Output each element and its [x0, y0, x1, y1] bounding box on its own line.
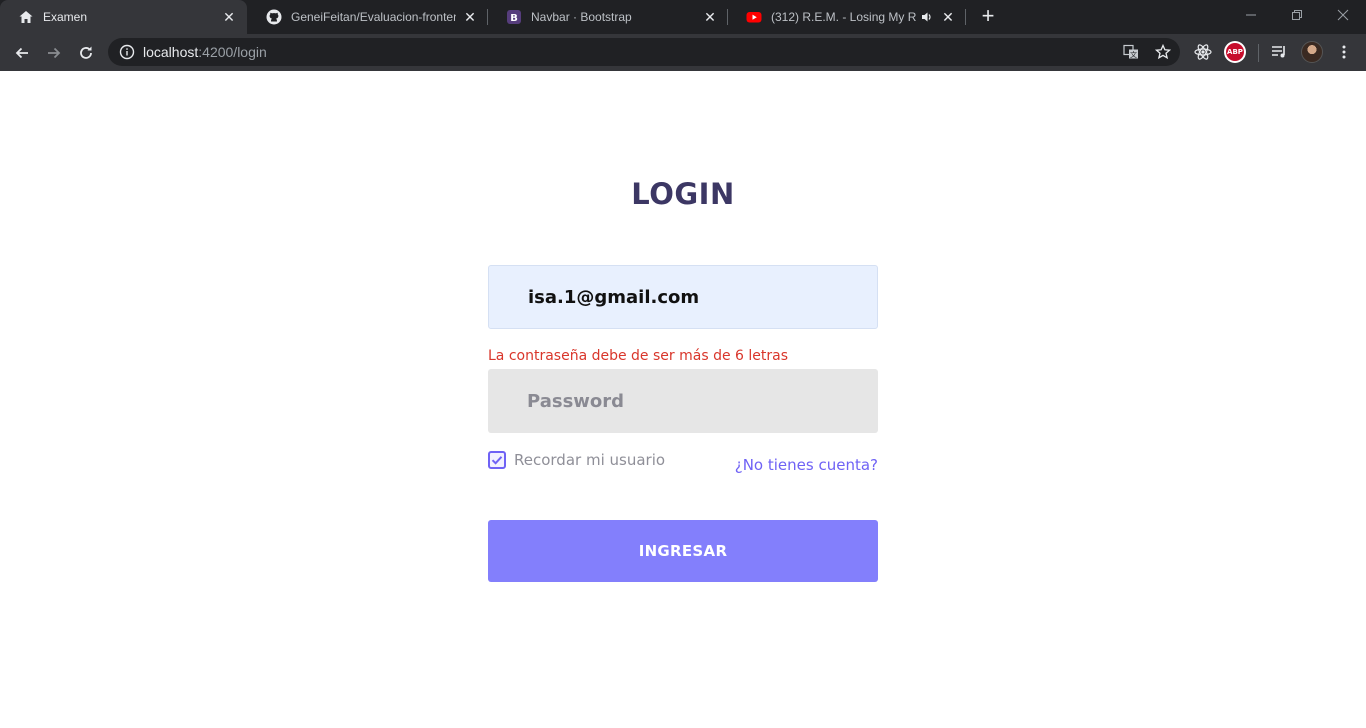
arrow-right-icon [48, 47, 61, 59]
close-icon[interactable]: ✕ [940, 9, 956, 25]
tab-github[interactable]: GeneiFeitan/Evaluacion-frontend ✕ [248, 0, 488, 34]
bootstrap-icon: B [506, 9, 522, 25]
media-control-icon[interactable] [1266, 39, 1292, 65]
url-host: localhost [143, 44, 199, 60]
toolbar-separator [1258, 44, 1259, 62]
browser-toolbar: localhost :4200/login 文 ABP [0, 34, 1366, 71]
register-link[interactable]: ¿No tienes cuenta? [735, 456, 878, 474]
checkmark-icon [491, 456, 503, 465]
youtube-icon [746, 9, 762, 25]
remember-label: Recordar mi usuario [514, 451, 666, 469]
reload-icon [80, 46, 92, 59]
login-submit-button[interactable]: INGRESAR [488, 520, 878, 582]
address-bar[interactable]: localhost :4200/login 文 [108, 38, 1180, 66]
password-error-message: La contraseña debe de ser más de 6 letra… [488, 348, 789, 364]
tab-title: Navbar · Bootstrap [531, 10, 632, 24]
tab-bootstrap[interactable]: B Navbar · Bootstrap ✕ [488, 0, 728, 34]
reload-button[interactable] [72, 39, 100, 67]
email-field[interactable]: isa.1@gmail.com [488, 265, 878, 329]
close-icon[interactable]: ✕ [221, 9, 237, 25]
tab-title: (312) R.E.M. - Losing My Religion [771, 10, 916, 24]
close-icon[interactable]: ✕ [702, 9, 718, 25]
tab-youtube[interactable]: (312) R.E.M. - Losing My Religion ✕ [728, 0, 966, 34]
react-devtools-icon[interactable] [1190, 39, 1216, 65]
translate-icon[interactable]: 文 [1123, 44, 1139, 60]
tab-title: Examen [43, 10, 88, 24]
url-path: :4200/login [198, 44, 267, 60]
home-icon [18, 9, 34, 25]
minimize-button[interactable] [1228, 0, 1274, 30]
svg-text:B: B [510, 13, 518, 24]
arrow-left-icon [15, 47, 28, 59]
info-icon[interactable] [119, 44, 135, 60]
svg-text:文: 文 [1130, 50, 1137, 59]
restore-button[interactable] [1274, 0, 1320, 30]
password-field[interactable]: Password [488, 369, 878, 433]
close-icon[interactable]: ✕ [462, 9, 478, 25]
profile-avatar[interactable] [1299, 39, 1325, 65]
minimize-icon [1246, 14, 1256, 16]
tab-examen[interactable]: Examen ✕ [0, 0, 247, 34]
window-close-button[interactable] [1320, 0, 1366, 30]
forward-button[interactable] [40, 39, 68, 67]
back-button[interactable] [8, 39, 36, 67]
tab-separator [965, 9, 966, 25]
abp-label: ABP [1226, 43, 1244, 61]
tab-title: GeneiFeitan/Evaluacion-frontend [291, 10, 456, 24]
remember-me[interactable]: Recordar mi usuario [488, 451, 665, 469]
remember-checkbox[interactable] [488, 451, 506, 469]
menu-button[interactable] [1331, 39, 1357, 65]
adblock-plus-icon[interactable]: ABP [1222, 39, 1248, 65]
github-icon [266, 9, 282, 25]
star-icon[interactable] [1155, 44, 1171, 60]
restore-icon [1292, 10, 1302, 20]
avatar [1301, 41, 1323, 63]
new-tab-button[interactable]: + [976, 5, 1000, 29]
login-page: LOGIN isa.1@gmail.com La contraseña debe… [0, 71, 1366, 728]
browser-tab-strip: Examen ✕ GeneiFeitan/Evaluacion-frontend… [0, 0, 1366, 34]
more-vertical-icon [1342, 45, 1346, 59]
speaker-icon[interactable] [920, 9, 934, 25]
close-icon [1337, 9, 1349, 21]
abp-badge: ABP [1224, 41, 1246, 63]
page-title: LOGIN [631, 177, 735, 211]
